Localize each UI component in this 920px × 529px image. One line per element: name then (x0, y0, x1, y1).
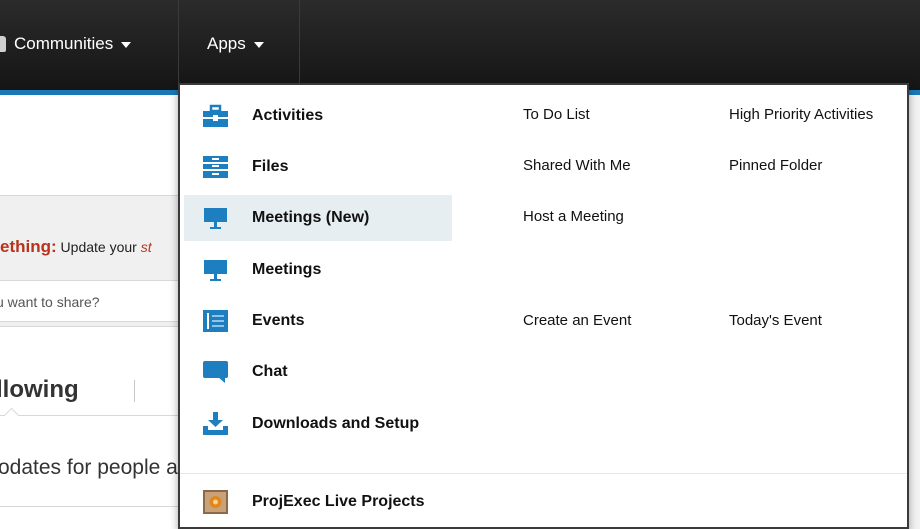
link-high-priority-activities[interactable]: High Priority Activities (729, 106, 873, 123)
menu-item-chat[interactable]: Chat (184, 349, 452, 395)
calendar-icon (203, 310, 228, 332)
communities-icon (0, 36, 6, 52)
apps-menu-button[interactable]: Apps (207, 33, 264, 55)
share-input-placeholder: u want to share? (0, 294, 100, 310)
status-prompt-text: Update your (56, 239, 141, 255)
tab-following[interactable]: llowing (0, 376, 79, 404)
status-prompt-heading: ething: (0, 237, 57, 256)
status-update-prompt: ething: Update your st (0, 237, 152, 257)
status-prompt-link[interactable]: st (141, 239, 152, 255)
menu-item-label: Files (252, 158, 289, 175)
chevron-down-icon (253, 42, 264, 48)
tab-pointer (3, 407, 20, 424)
menu-item-label: Meetings (252, 261, 322, 278)
top-navigation-bar: Communities Apps (0, 0, 920, 90)
menu-item-label: Activities (252, 107, 324, 124)
menu-item-events[interactable]: Events (184, 298, 452, 344)
menu-item-downloads[interactable]: Downloads and Setup (184, 401, 452, 447)
apps-dropdown-menu: Activities Files Meetings (New) Meetings (178, 83, 909, 529)
communities-menu-button[interactable]: Communities (0, 33, 132, 55)
divider (0, 506, 180, 507)
menu-item-label: Downloads and Setup (252, 415, 420, 432)
chevron-down-icon (121, 42, 132, 48)
nav-divider (178, 0, 179, 90)
share-input[interactable]: u want to share? (0, 280, 180, 322)
communities-label: Communities (14, 34, 114, 53)
tab-underline (0, 415, 180, 416)
menu-item-projexec[interactable]: ProjExec Live Projects (184, 479, 452, 525)
download-icon (203, 412, 228, 435)
presentation-board-icon (204, 260, 227, 281)
apps-label: Apps (207, 34, 246, 53)
link-create-an-event[interactable]: Create an Event (523, 312, 631, 329)
chat-bubble-icon (203, 361, 228, 383)
page-right-edge (908, 95, 920, 529)
menu-item-label: Meetings (New) (252, 209, 370, 226)
menu-item-label: ProjExec Live Projects (252, 493, 425, 510)
file-cabinet-icon (203, 156, 228, 178)
link-host-a-meeting[interactable]: Host a Meeting (523, 208, 624, 225)
projexec-logo-icon (203, 490, 228, 514)
nav-divider (299, 0, 300, 90)
menu-item-files[interactable]: Files (184, 144, 452, 190)
link-shared-with-me[interactable]: Shared With Me (523, 157, 631, 174)
link-todays-event[interactable]: Today's Event (729, 312, 822, 329)
updates-message: odates for people a (0, 456, 178, 479)
menu-item-label: Chat (252, 363, 288, 380)
menu-item-activities[interactable]: Activities (184, 93, 452, 139)
tab-separator (134, 380, 135, 402)
menu-divider (180, 473, 907, 474)
presentation-board-icon (204, 208, 227, 229)
menu-item-meetings[interactable]: Meetings (184, 247, 452, 293)
link-to-do-list[interactable]: To Do List (523, 106, 590, 123)
menu-item-label: Events (252, 312, 305, 329)
link-pinned-folder[interactable]: Pinned Folder (729, 157, 822, 174)
menu-item-meetings-new[interactable]: Meetings (New) (184, 195, 452, 241)
briefcase-icon (203, 104, 228, 127)
